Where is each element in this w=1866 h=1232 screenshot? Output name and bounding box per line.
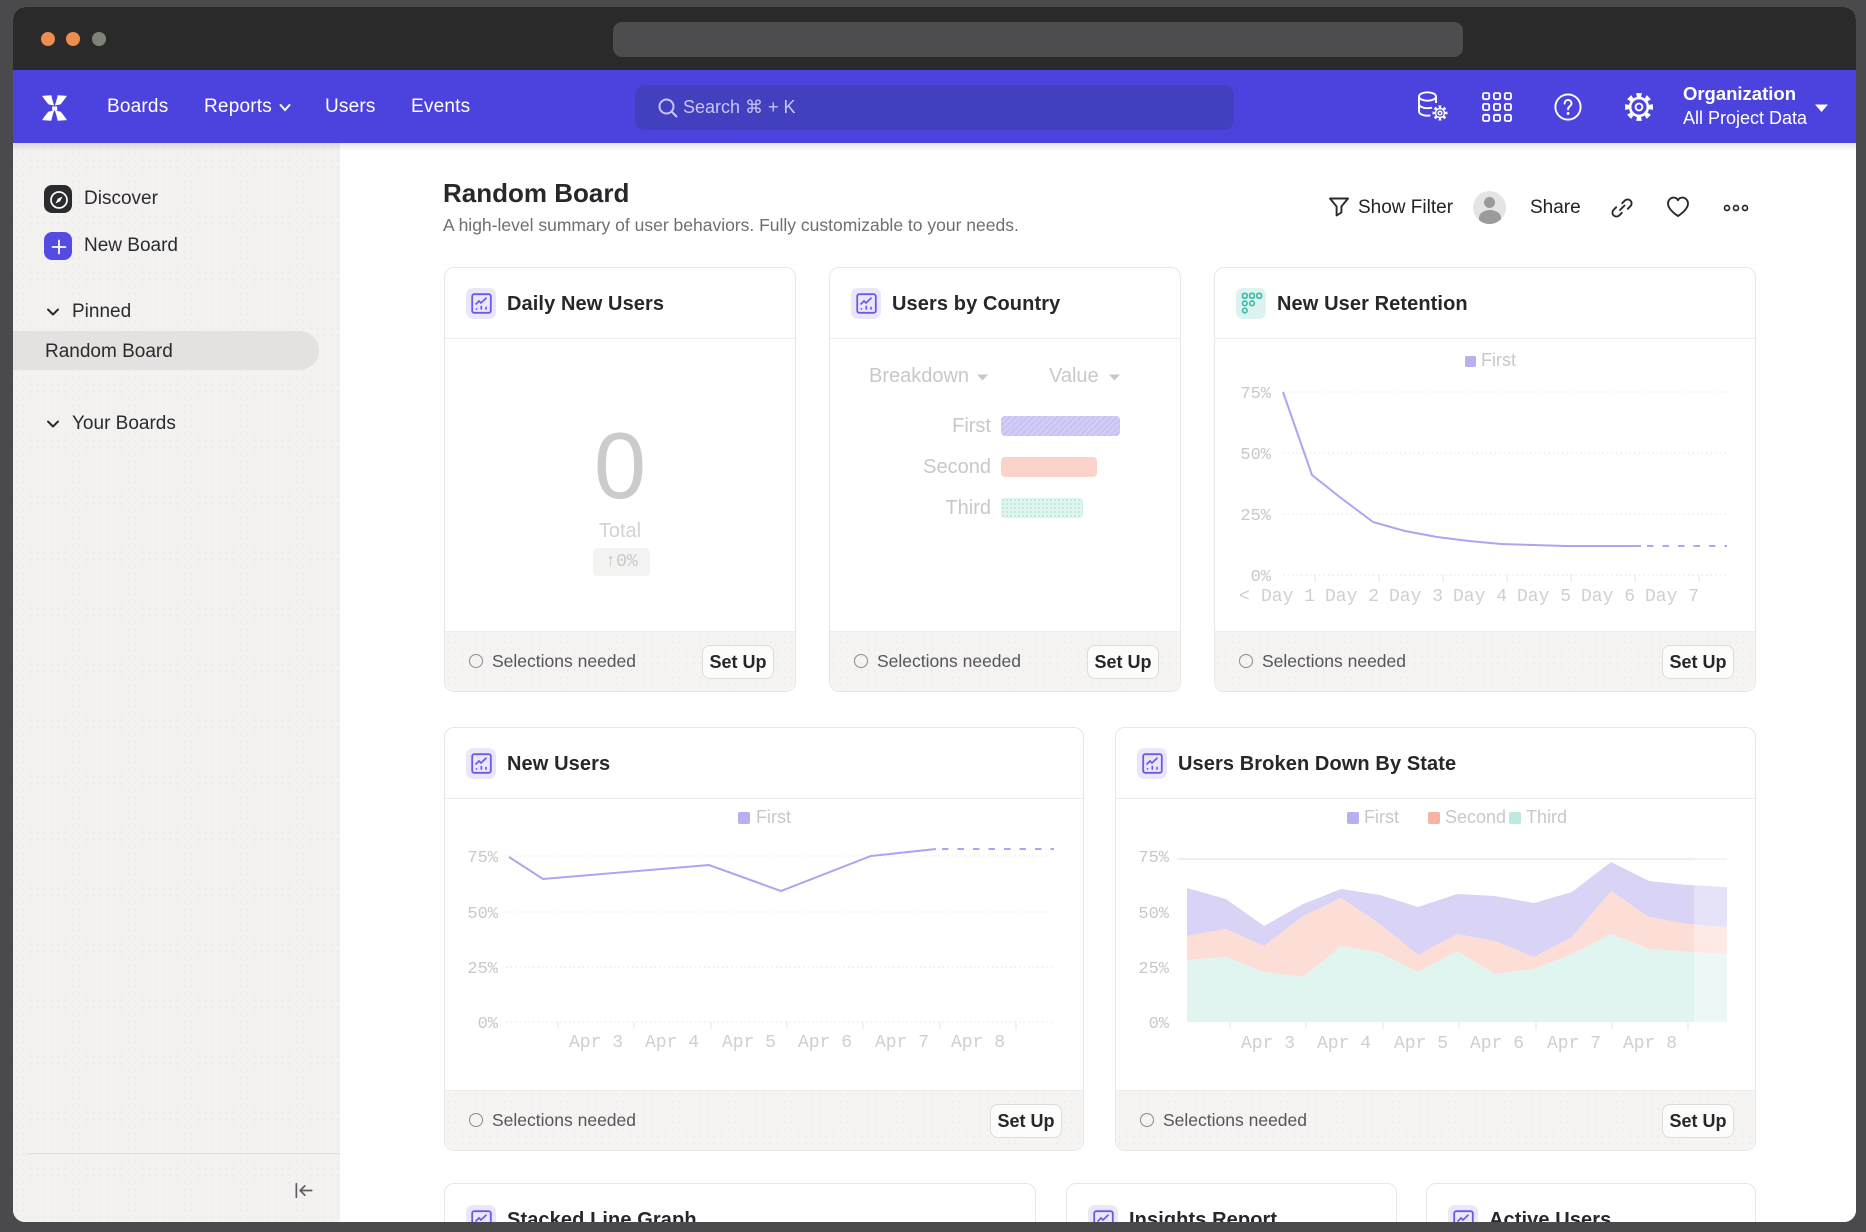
svg-text:75%: 75% bbox=[467, 849, 498, 868]
svg-text:<: < bbox=[1239, 587, 1250, 607]
svg-text:Apr 5: Apr 5 bbox=[1394, 1034, 1448, 1054]
svg-text:50%: 50% bbox=[1138, 905, 1169, 924]
svg-text:Day 7: Day 7 bbox=[1645, 587, 1699, 607]
svg-text:25%: 25% bbox=[467, 960, 498, 979]
svg-text:Apr 5: Apr 5 bbox=[722, 1033, 776, 1053]
svg-text:Apr 4: Apr 4 bbox=[1317, 1034, 1371, 1054]
svg-text:Day 4: Day 4 bbox=[1453, 587, 1507, 607]
svg-text:Apr 6: Apr 6 bbox=[1470, 1034, 1524, 1054]
svg-text:Apr 3: Apr 3 bbox=[569, 1033, 623, 1053]
svg-text:Apr 7: Apr 7 bbox=[875, 1033, 929, 1053]
svg-text:Second: Second bbox=[1445, 807, 1506, 827]
svg-text:Apr 8: Apr 8 bbox=[1623, 1034, 1677, 1054]
svg-text:75%: 75% bbox=[1240, 385, 1271, 404]
svg-text:Third: Third bbox=[1526, 807, 1567, 827]
svg-text:First: First bbox=[756, 807, 791, 827]
svg-text:0%: 0% bbox=[478, 1015, 499, 1034]
svg-text:Apr 8: Apr 8 bbox=[951, 1033, 1005, 1053]
svg-text:Apr 3: Apr 3 bbox=[1241, 1034, 1295, 1054]
svg-text:First: First bbox=[1481, 350, 1516, 370]
svg-text:25%: 25% bbox=[1240, 507, 1271, 526]
svg-text:25%: 25% bbox=[1138, 960, 1169, 979]
svg-text:Apr 6: Apr 6 bbox=[798, 1033, 852, 1053]
svg-text:50%: 50% bbox=[467, 905, 498, 924]
svg-text:0%: 0% bbox=[1251, 568, 1272, 587]
svg-text:75%: 75% bbox=[1138, 849, 1169, 868]
svg-text:Day 2: Day 2 bbox=[1325, 587, 1379, 607]
svg-text:Apr 4: Apr 4 bbox=[645, 1033, 699, 1053]
svg-text:Apr 7: Apr 7 bbox=[1547, 1034, 1601, 1054]
svg-text:First: First bbox=[1364, 807, 1399, 827]
svg-text:Day 6: Day 6 bbox=[1581, 587, 1635, 607]
svg-text:Day 1: Day 1 bbox=[1261, 587, 1315, 607]
svg-text:50%: 50% bbox=[1240, 446, 1271, 465]
svg-text:Day 3: Day 3 bbox=[1389, 587, 1443, 607]
svg-text:Day 5: Day 5 bbox=[1517, 587, 1571, 607]
svg-text:0%: 0% bbox=[1149, 1015, 1170, 1034]
